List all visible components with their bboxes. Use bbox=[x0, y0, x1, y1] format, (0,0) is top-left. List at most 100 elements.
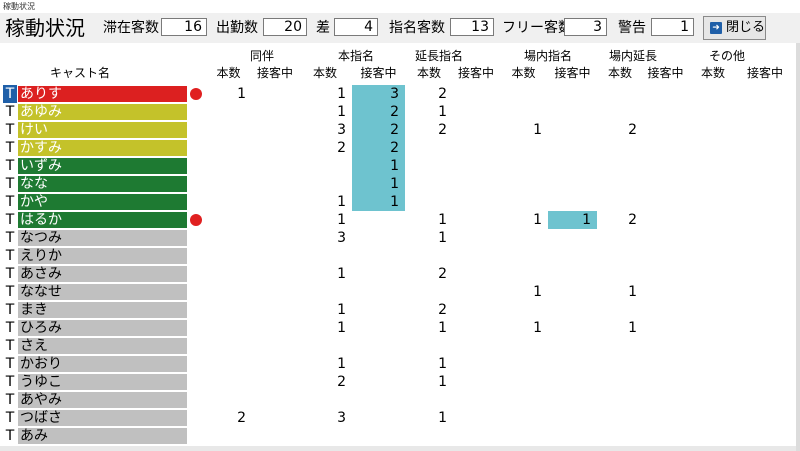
cell-jounai-enchou-count bbox=[597, 427, 643, 445]
cell-honshimei-count: 1 bbox=[337, 320, 346, 336]
cell-douhan-serving bbox=[252, 301, 298, 319]
table-row[interactable]: T ありす 1 1 3 2 bbox=[0, 85, 796, 103]
cell-douhan-serving bbox=[252, 193, 298, 211]
table-row[interactable]: T あゆみ 1 2 1 bbox=[0, 103, 796, 121]
column-header-honshimei-count: 本数 bbox=[312, 66, 337, 80]
cell-douhan-count bbox=[205, 157, 252, 175]
close-button[interactable]: ➜ 閉じる bbox=[703, 16, 766, 40]
cell-enchou-count bbox=[405, 193, 453, 211]
cell-honshimei-serving: 2 bbox=[352, 121, 405, 139]
cell-honshimei-count bbox=[298, 175, 352, 193]
window-title: 稼動状況 bbox=[0, 0, 800, 13]
stat-value-diff: 4 bbox=[334, 18, 378, 36]
table-row[interactable]: T ななせ 1 1 bbox=[0, 283, 796, 301]
cell-douhan-count bbox=[205, 139, 252, 157]
cell-jounai-enchou-count bbox=[597, 103, 643, 121]
table-row[interactable]: T なな 1 bbox=[0, 175, 796, 193]
cell-honshimei-count: 1 bbox=[337, 356, 346, 372]
cell-jounai-enchou-serving bbox=[643, 229, 688, 247]
cell-jounai-shimei-serving bbox=[548, 301, 597, 319]
cell-honshimei-count: 2 bbox=[337, 374, 346, 390]
cell-honshimei-serving bbox=[352, 427, 405, 445]
row-mark: T bbox=[5, 284, 15, 300]
column-group-honshimei: 本指名 bbox=[337, 49, 374, 63]
exit-arrow-icon: ➜ bbox=[710, 22, 722, 34]
cell-jounai-enchou-count bbox=[597, 373, 643, 391]
status-header: 稼動状況 滞在客数 16 出勤数 20 差 4 指名客数 13 フリー客数 3 … bbox=[0, 13, 800, 43]
cell-jounai-enchou-serving bbox=[643, 247, 688, 265]
cell-jounai-shimei-serving bbox=[548, 121, 597, 139]
cell-jounai-enchou-count bbox=[597, 175, 643, 193]
row-mark: T bbox=[5, 104, 15, 120]
table-row[interactable]: T なつみ 3 1 bbox=[0, 229, 796, 247]
cell-enchou-count: 1 bbox=[438, 320, 447, 336]
cell-douhan-count bbox=[205, 283, 252, 301]
table-row[interactable]: T つばさ 2 3 1 bbox=[0, 409, 796, 427]
cell-honshimei-count bbox=[298, 427, 352, 445]
cell-douhan-serving bbox=[252, 319, 298, 337]
table-row[interactable]: T けい 3 2 2 1 2 bbox=[0, 121, 796, 139]
cell-douhan-count bbox=[205, 391, 252, 409]
cell-douhan-serving bbox=[252, 157, 298, 175]
table-row[interactable]: T あさみ 1 2 bbox=[0, 265, 796, 283]
cell-jounai-shimei-serving bbox=[548, 193, 597, 211]
warning-dot-icon bbox=[190, 214, 202, 226]
column-header-sonota-serving: 接客中 bbox=[746, 66, 783, 80]
cell-honshimei-count bbox=[298, 283, 352, 301]
cast-name: あみ bbox=[18, 428, 187, 444]
cell-enchou-count bbox=[405, 283, 453, 301]
cell-enchou-serving bbox=[453, 373, 499, 391]
cell-honshimei-serving bbox=[352, 337, 405, 355]
row-mark: T bbox=[5, 194, 15, 210]
cell-douhan-count bbox=[205, 373, 252, 391]
cell-jounai-enchou-count: 2 bbox=[628, 122, 637, 138]
table-row[interactable]: T えりか bbox=[0, 247, 796, 265]
cell-enchou-count bbox=[405, 391, 453, 409]
cell-douhan-serving bbox=[252, 175, 298, 193]
table-row[interactable]: T あやみ bbox=[0, 391, 796, 409]
close-button-label: 閉じる bbox=[726, 20, 766, 35]
table-row[interactable]: T うゆこ 2 1 bbox=[0, 373, 796, 391]
cell-honshimei-serving bbox=[352, 355, 405, 373]
table-row[interactable]: T かおり 1 1 bbox=[0, 355, 796, 373]
table-row[interactable]: T あみ bbox=[0, 427, 796, 445]
cell-enchou-count: 1 bbox=[438, 356, 447, 372]
cell-douhan-serving bbox=[252, 139, 298, 157]
table-row[interactable]: T さえ bbox=[0, 337, 796, 355]
cell-jounai-shimei-count bbox=[499, 391, 548, 409]
column-header-sonota-count: 本数 bbox=[700, 66, 725, 80]
cell-honshimei-serving bbox=[352, 229, 405, 247]
cell-enchou-count: 2 bbox=[438, 122, 447, 138]
cell-honshimei-count: 1 bbox=[337, 266, 346, 282]
table-row[interactable]: T いずみ 1 bbox=[0, 157, 796, 175]
column-group-sonota: その他 bbox=[708, 49, 745, 63]
table-row[interactable]: T まき 1 2 bbox=[0, 301, 796, 319]
cell-honshimei-serving bbox=[352, 211, 405, 229]
cell-enchou-serving bbox=[453, 265, 499, 283]
table-row[interactable]: T ひろみ 1 1 1 1 bbox=[0, 319, 796, 337]
cell-honshimei-serving bbox=[352, 373, 405, 391]
column-group-jounai-enchou: 場内延長 bbox=[608, 49, 657, 63]
column-header-cast-name: キャスト名 bbox=[49, 66, 110, 80]
cell-jounai-shimei-serving bbox=[548, 409, 597, 427]
cell-enchou-count bbox=[405, 157, 453, 175]
cell-enchou-count bbox=[405, 139, 453, 157]
cast-name: ななせ bbox=[18, 284, 187, 300]
cell-douhan-serving bbox=[252, 211, 298, 229]
cell-enchou-count bbox=[405, 337, 453, 355]
table-row[interactable]: T かすみ 2 2 bbox=[0, 139, 796, 157]
cast-name: ひろみ bbox=[18, 320, 187, 336]
cast-name: つばさ bbox=[18, 410, 187, 426]
cell-enchou-count: 1 bbox=[438, 230, 447, 246]
column-header-jounai-enchou-count: 本数 bbox=[607, 66, 632, 80]
cell-jounai-enchou-count: 2 bbox=[628, 212, 637, 228]
cell-enchou-count bbox=[405, 175, 453, 193]
cell-jounai-shimei-serving bbox=[548, 337, 597, 355]
cell-honshimei-count: 1 bbox=[337, 104, 346, 120]
table-row[interactable]: T はるか 1 1 1 1 2 bbox=[0, 211, 796, 229]
cell-enchou-count bbox=[405, 427, 453, 445]
row-mark: T bbox=[5, 356, 15, 372]
stat-value-attendance: 20 bbox=[263, 18, 307, 36]
table-row[interactable]: T かや 1 1 bbox=[0, 193, 796, 211]
window-edge bbox=[796, 43, 800, 451]
